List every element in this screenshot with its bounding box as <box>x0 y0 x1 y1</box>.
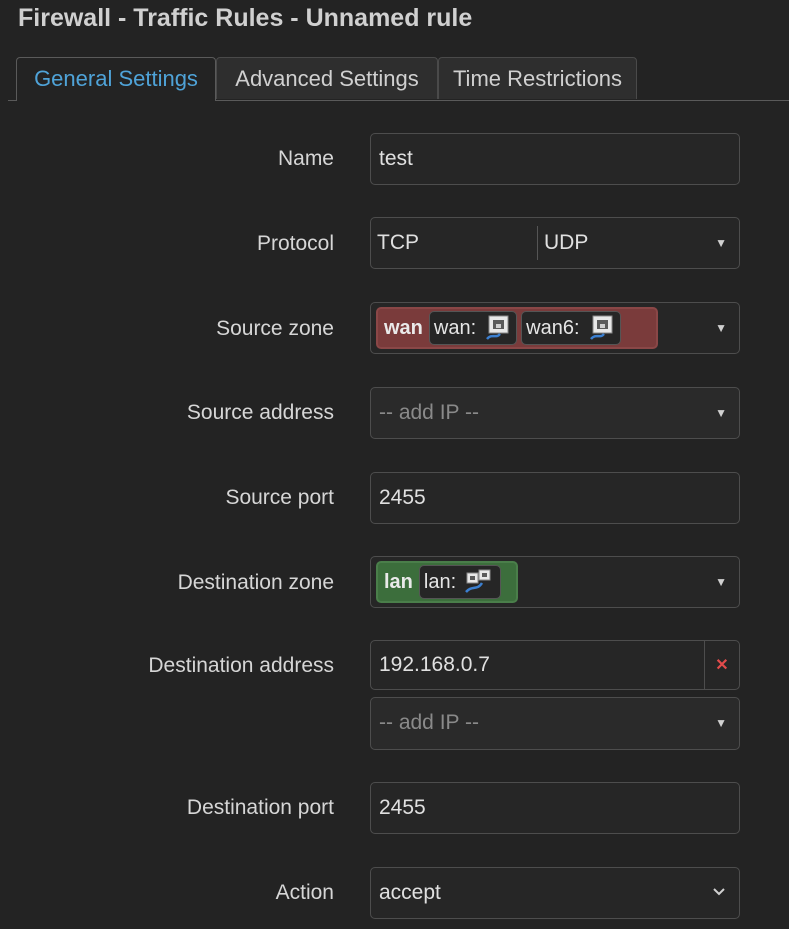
name-input[interactable]: test <box>370 133 740 185</box>
protocol-separator <box>537 226 538 260</box>
source-address-select[interactable]: -- add IP -- ▼ <box>370 387 740 439</box>
destination-address-input[interactable]: 192.168.0.7 ✕ <box>370 640 740 690</box>
protocol-value-tcp: TCP <box>377 231 419 254</box>
destination-zone-label: Destination zone <box>177 571 334 594</box>
source-port-label: Source port <box>225 486 334 509</box>
protocol-value-udp: UDP <box>544 231 589 254</box>
name-input-value: test <box>379 147 413 170</box>
dropdown-caret-icon: ▼ <box>715 575 727 589</box>
dropdown-caret-icon: ▼ <box>715 406 727 420</box>
action-label: Action <box>275 881 334 904</box>
source-address-label: Source address <box>186 401 334 424</box>
network-chip-lan: lan: <box>418 565 502 599</box>
ethernet-port-icon <box>486 315 509 340</box>
destination-address-placeholder: -- add IP -- <box>379 711 479 734</box>
remove-address-button[interactable]: ✕ <box>704 641 739 689</box>
destination-zone-select[interactable]: lan lan: ▼ <box>370 556 740 608</box>
ethernet-port-icon <box>589 315 613 340</box>
zone-name: lan <box>384 570 413 593</box>
destination-port-input[interactable]: 2455 <box>370 782 740 834</box>
dropdown-caret-icon: ▼ <box>715 716 727 730</box>
tab-general-settings[interactable]: General Settings <box>16 57 216 101</box>
destination-port-label: Destination port <box>186 796 334 819</box>
network-chip-label: lan: <box>423 570 457 593</box>
name-label: Name <box>277 147 334 170</box>
destination-address-value: 192.168.0.7 <box>379 653 490 676</box>
source-zone-select[interactable]: wan wan: wan6: ▼ <box>370 302 740 354</box>
chevron-down-icon <box>713 888 725 896</box>
action-value: accept <box>379 881 441 904</box>
dropdown-caret-icon: ▼ <box>715 321 727 335</box>
zone-badge-wan: wan wan: wan6: <box>376 307 658 349</box>
source-port-input[interactable]: 2455 <box>370 472 740 524</box>
tab-bar: General Settings Advanced Settings Time … <box>8 57 789 101</box>
action-select[interactable]: accept <box>370 867 740 919</box>
destination-address-label: Destination address <box>148 654 334 677</box>
dropdown-caret-icon: ▼ <box>715 236 727 250</box>
network-chip-wan6: wan6: <box>521 311 621 345</box>
zone-name: wan <box>384 316 423 339</box>
zone-badge-lan: lan lan: <box>376 561 518 603</box>
source-address-placeholder: -- add IP -- <box>379 401 479 424</box>
protocol-select[interactable]: TCP UDP ▼ <box>370 217 740 269</box>
source-port-value: 2455 <box>379 486 426 509</box>
destination-address-add-select[interactable]: -- add IP -- ▼ <box>370 697 740 750</box>
source-zone-label: Source zone <box>216 317 334 340</box>
protocol-label: Protocol <box>256 232 334 255</box>
tab-advanced-settings[interactable]: Advanced Settings <box>216 57 438 99</box>
bridge-icon <box>465 569 491 593</box>
destination-port-value: 2455 <box>379 796 426 819</box>
network-chip-wan: wan: <box>428 311 518 345</box>
network-chip-label: wan: <box>433 316 477 339</box>
page-title: Firewall - Traffic Rules - Unnamed rule <box>18 4 473 32</box>
network-chip-label: wan6: <box>526 316 580 339</box>
tab-time-restrictions[interactable]: Time Restrictions <box>438 57 637 99</box>
close-icon: ✕ <box>715 657 729 674</box>
